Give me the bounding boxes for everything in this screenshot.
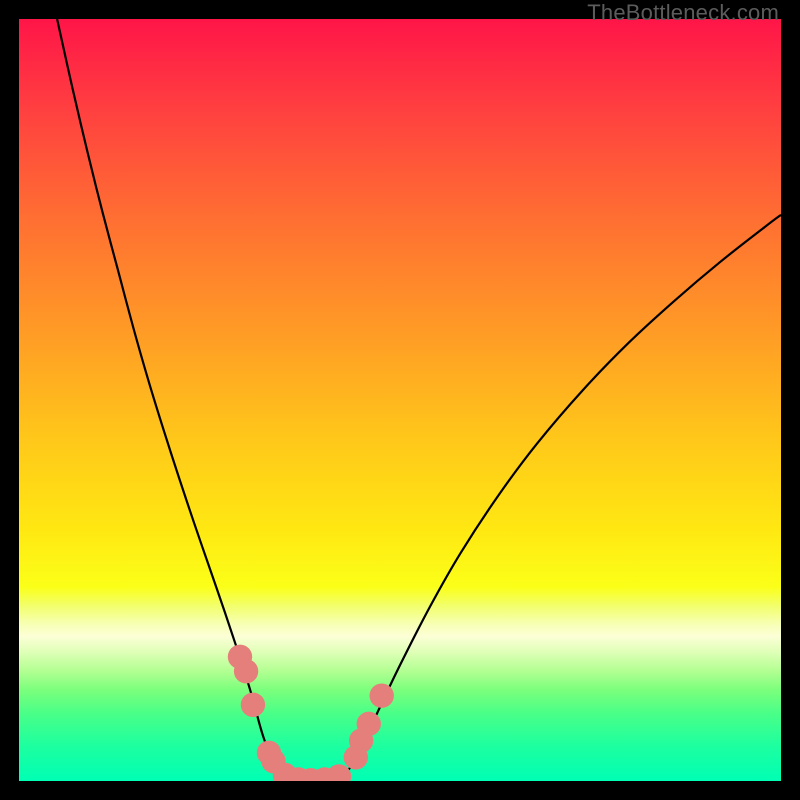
markers bbox=[228, 645, 394, 781]
right-curve bbox=[339, 215, 781, 779]
marker-dot bbox=[234, 659, 258, 683]
marker-dot bbox=[327, 764, 351, 781]
marker-dot bbox=[370, 683, 394, 707]
watermark: TheBottleneck.com bbox=[587, 0, 779, 26]
chart-overlay bbox=[19, 19, 781, 781]
marker-dot bbox=[357, 712, 381, 736]
marker-dot bbox=[241, 693, 265, 717]
